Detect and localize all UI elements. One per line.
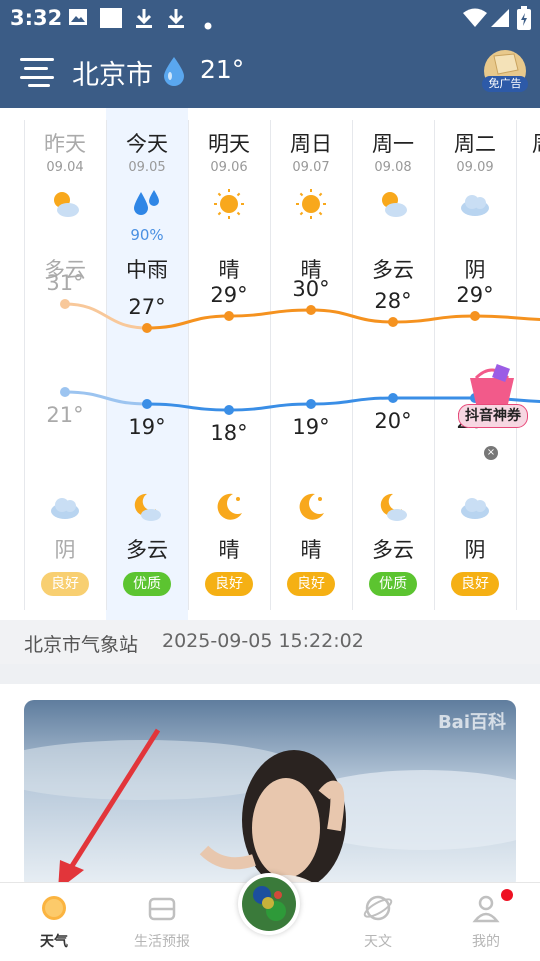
notification-dot: [501, 889, 513, 901]
no-ad-label: 免广告: [482, 76, 528, 92]
high-temp-point: [306, 305, 316, 315]
low-temp-label: 18°: [210, 421, 247, 445]
high-temp-point: [388, 317, 398, 327]
bottom-navigation: 天气 生活预报 天文 我的: [0, 873, 540, 961]
status-bar: 3:32: [0, 0, 540, 36]
download-icon: [134, 8, 154, 33]
high-temp-label: 29°: [210, 283, 247, 307]
app-header: 北京市 21° 免广告: [0, 36, 540, 108]
no-ad-button[interactable]: 免广告: [482, 50, 528, 92]
radar-icon: [242, 877, 296, 931]
high-temp-point: [142, 323, 152, 333]
high-temp-point: [224, 311, 234, 321]
dot-icon: [204, 14, 212, 35]
status-time: 3:32: [10, 6, 63, 30]
station-time: 2025-09-05 15:22:02: [162, 630, 364, 652]
forecast-panel: 昨天 09.04 多云 阴 良好 今天 09.05 90% 中雨 多云 优质 明…: [0, 108, 540, 620]
low-temp-point: [388, 393, 398, 403]
wifi-icon: [462, 8, 488, 33]
low-temp-label: 21°: [46, 403, 83, 427]
tab-weather[interactable]: 天气: [4, 893, 104, 951]
signal-icon: [490, 8, 510, 33]
image-icon: [68, 8, 88, 31]
high-temp-point: [470, 311, 480, 321]
high-temp-point: [60, 299, 70, 309]
high-temp-label: 29°: [456, 283, 493, 307]
low-temp-point: [224, 405, 234, 415]
tab-mine[interactable]: 我的: [436, 893, 536, 951]
news-card[interactable]: Bai百科: [0, 684, 540, 890]
high-temp-label: 30°: [292, 277, 329, 301]
low-temp-label: 20°: [374, 409, 411, 433]
low-temp-label: 19°: [128, 415, 165, 439]
low-temp-label: 19°: [292, 415, 329, 439]
promo-badge[interactable]: 抖音神券 ×: [456, 364, 528, 460]
tab-astronomy[interactable]: 天文: [328, 893, 428, 951]
tab-mine-label: 我的: [472, 934, 500, 950]
promo-label: 抖音神券: [458, 404, 528, 428]
high-temp-label: 27°: [128, 295, 165, 319]
tab-life-forecast[interactable]: 生活预报: [112, 893, 212, 951]
tab-astronomy-label: 天文: [364, 934, 392, 950]
red-arrow: [58, 728, 161, 884]
water-drop-icon: [162, 56, 186, 90]
low-temp-point: [306, 399, 316, 409]
current-temperature: 21°: [200, 55, 245, 84]
download-icon: [166, 8, 186, 33]
radar-button[interactable]: [238, 873, 300, 935]
tab-life-forecast-label: 生活预报: [134, 934, 190, 950]
station-info: 北京市气象站 2025-09-05 15:22:02: [0, 620, 540, 664]
battery-icon: [517, 6, 531, 35]
high-temp-label: 28°: [374, 289, 411, 313]
tab-weather-label: 天气: [40, 934, 68, 950]
sun-icon: [42, 896, 66, 920]
high-temp-line: [146, 308, 540, 330]
high-temp-label: 31°: [46, 271, 83, 295]
menu-icon[interactable]: [20, 58, 54, 87]
user-icon: [472, 895, 500, 923]
planet-icon: [363, 895, 393, 921]
wallet-icon: [148, 897, 176, 921]
close-icon[interactable]: ×: [484, 446, 498, 460]
low-temp-point: [60, 387, 70, 397]
square-icon: [100, 8, 122, 33]
low-temp-point: [142, 399, 152, 409]
city-name[interactable]: 北京市: [72, 53, 153, 92]
station-name: 北京市气象站: [24, 634, 139, 656]
next-column-edge: 周: [532, 128, 540, 158]
